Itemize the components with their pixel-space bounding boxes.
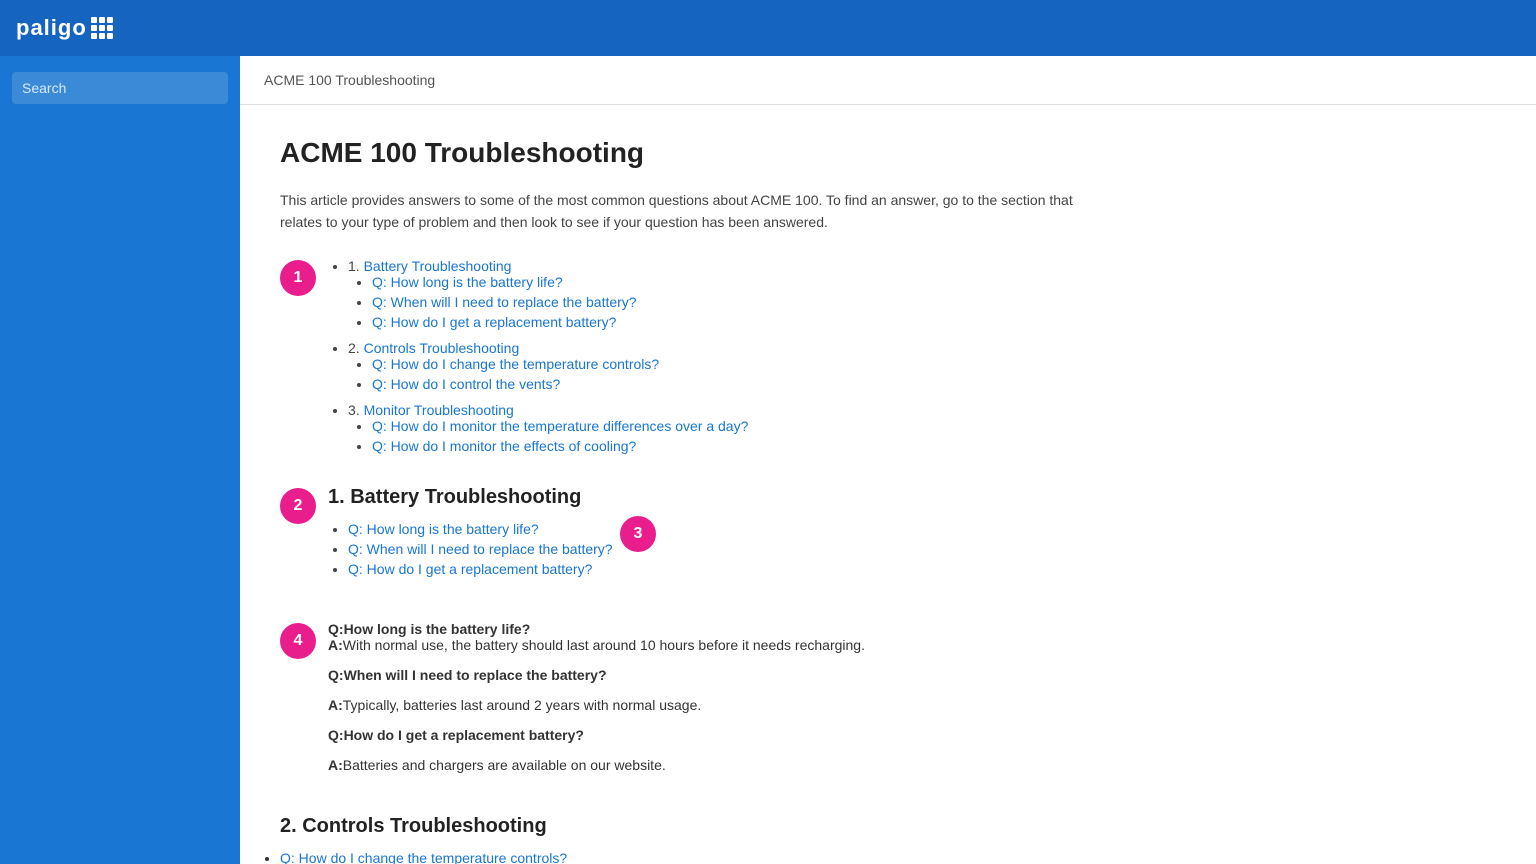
badge-4: 4 [280, 623, 316, 659]
controls-link-q1[interactable]: Q: How do I change the temperature contr… [280, 850, 567, 864]
controls-section: 2. Controls Troubleshooting Q: How do I … [280, 815, 1496, 864]
page-title: ACME 100 Troubleshooting [280, 137, 1496, 169]
qa-answer: A:Typically, batteries last around 2 yea… [328, 697, 1496, 713]
toc-link-battery[interactable]: Battery Troubleshooting [364, 258, 512, 274]
logo-icon [91, 17, 113, 39]
list-item: 2. Controls Troubleshooting Q: How do I … [348, 340, 1496, 392]
qa-item: A:Typically, batteries last around 2 yea… [328, 697, 1496, 713]
badge-3: 3 [620, 516, 656, 552]
toc-section: 1 1. Battery Troubleshooting Q: How long… [280, 258, 1496, 458]
battery-qa-content: Q:How long is the battery life? A:With n… [328, 621, 1496, 787]
qa-item: Q:How long is the battery life? A:With n… [328, 621, 1496, 653]
battery-qa-section: 4 Q:How long is the battery life? A:With… [280, 621, 1496, 787]
list-item: 1. Battery Troubleshooting Q: How long i… [348, 258, 1496, 330]
qa-item: Q:When will I need to replace the batter… [328, 667, 1496, 683]
battery-link-q2[interactable]: Q: When will I need to replace the batte… [348, 541, 613, 557]
toc-content: 1. Battery Troubleshooting Q: How long i… [328, 258, 1496, 458]
list-item: 3. Monitor Troubleshooting Q: How do I m… [348, 402, 1496, 454]
layout: ACME 100 Troubleshooting ACME 100 Troubl… [0, 56, 1536, 864]
battery-link-q3[interactable]: Q: How do I get a replacement battery? [348, 561, 592, 577]
logo-text: paligo [16, 15, 87, 41]
intro-text: This article provides answers to some of… [280, 189, 1100, 234]
qa-question: Q:When will I need to replace the batter… [328, 667, 1496, 683]
sidebar [0, 56, 240, 864]
badge-1: 1 [280, 260, 316, 296]
toc-link-battery-q3[interactable]: Q: How do I get a replacement battery? [372, 314, 616, 330]
top-bar: paligo [0, 0, 1536, 56]
battery-link-q1[interactable]: Q: How long is the battery life? [348, 521, 539, 537]
main-content: ACME 100 Troubleshooting This article pr… [240, 105, 1536, 864]
qa-answer: A:With normal use, the battery should la… [328, 637, 1496, 653]
toc-link-monitor-q1[interactable]: Q: How do I monitor the temperature diff… [372, 418, 748, 434]
toc-link-battery-q1[interactable]: Q: How long is the battery life? [372, 274, 563, 290]
toc-link-monitor[interactable]: Monitor Troubleshooting [364, 402, 514, 418]
qa-item: A:Batteries and chargers are available o… [328, 757, 1496, 773]
toc-link-controls-q2[interactable]: Q: How do I control the vents? [372, 376, 560, 392]
battery-heading: 1. Battery Troubleshooting [328, 486, 1496, 509]
toc-link-monitor-q2[interactable]: Q: How do I monitor the effects of cooli… [372, 438, 636, 454]
search-input[interactable] [12, 72, 228, 104]
qa-item: Q:How do I get a replacement battery? [328, 727, 1496, 743]
qa-answer: A:Batteries and chargers are available o… [328, 757, 1496, 773]
controls-heading: 2. Controls Troubleshooting [280, 815, 1496, 838]
battery-content: 1. Battery Troubleshooting Q: How long i… [328, 486, 1496, 593]
breadcrumb: ACME 100 Troubleshooting [240, 56, 1536, 105]
toc-link-controls-q1[interactable]: Q: How do I change the temperature contr… [372, 356, 659, 372]
qa-question: Q:How do I get a replacement battery? [328, 727, 1496, 743]
battery-section: 2 1. Battery Troubleshooting Q: How long… [280, 486, 1496, 593]
badge-2: 2 [280, 488, 316, 524]
qa-question: Q:How long is the battery life? [328, 621, 1496, 637]
toc-link-battery-q2[interactable]: Q: When will I need to replace the batte… [372, 294, 637, 310]
toc-link-controls[interactable]: Controls Troubleshooting [364, 340, 520, 356]
